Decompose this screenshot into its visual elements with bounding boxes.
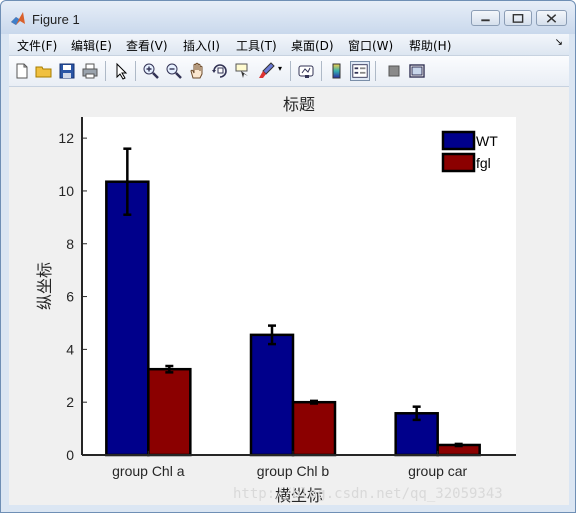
toolbar-separator — [321, 61, 322, 81]
menu-file[interactable]: 文件(F) — [17, 37, 57, 54]
y-tick-label: 4 — [66, 341, 74, 357]
menu-window[interactable]: 窗口(W) — [348, 37, 393, 54]
menu-help[interactable]: 帮助(H) — [409, 37, 451, 54]
title-bar[interactable]: Figure 1 — [1, 1, 575, 34]
open-file-icon[interactable] — [34, 61, 54, 81]
menu-bar: 文件(F) 编辑(E) 查看(V) 插入(I) 工具(T) 桌面(D) 窗口(W… — [9, 34, 569, 56]
bar — [105, 180, 150, 457]
matlab-logo-icon — [11, 12, 25, 25]
legend-label: WT — [476, 133, 498, 149]
legend-icon[interactable] — [350, 61, 370, 81]
minimize-button[interactable] — [471, 10, 500, 26]
close-button[interactable] — [536, 10, 567, 26]
toolbar-separator — [135, 61, 136, 81]
pointer-icon[interactable] — [111, 61, 131, 81]
legend-label: fgl — [476, 155, 491, 171]
menu-insert[interactable]: 插入(I) — [183, 37, 220, 54]
chart-title: 标题 — [283, 96, 315, 114]
bar-chart: group Chl a group Chl b group car 0 2 4 6 8 10 12… — [36, 96, 516, 505]
x-tick-label: group Chl a — [112, 463, 185, 479]
bar — [147, 367, 192, 457]
menu-overflow-icon[interactable]: ↘ — [555, 37, 563, 48]
print-icon[interactable] — [80, 61, 100, 81]
toolbar-separator — [375, 61, 376, 81]
y-tick-label: 0 — [66, 447, 74, 463]
window-title: Figure 1 — [32, 12, 80, 27]
zoom-out-icon[interactable] — [164, 61, 184, 81]
rotate-3d-icon[interactable] — [210, 61, 230, 81]
minimize-icon — [481, 19, 490, 22]
x-tick-label: group car — [408, 463, 467, 479]
hide-plot-tools-icon[interactable] — [384, 61, 404, 81]
link-plot-icon[interactable] — [296, 61, 316, 81]
legend-swatch — [441, 152, 476, 173]
figure-canvas: group Chl a group Chl b group car 0 2 4 6 8 10 12… — [9, 87, 569, 505]
save-icon[interactable] — [57, 61, 77, 81]
menu-tools[interactable]: 工具(T) — [236, 37, 277, 54]
y-tick-label: 10 — [58, 183, 74, 199]
brush-dropdown-icon[interactable]: ▾ — [278, 64, 282, 73]
y-tick-label: 2 — [66, 394, 74, 410]
bar — [249, 333, 295, 457]
y-tick-label: 12 — [58, 130, 74, 146]
brush-icon[interactable] — [257, 61, 277, 81]
colorbar-icon[interactable] — [327, 61, 347, 81]
toolbar: ▾ — [9, 56, 569, 87]
new-figure-icon[interactable] — [12, 61, 32, 81]
maximize-button[interactable] — [504, 10, 532, 26]
menu-view[interactable]: 查看(V) — [126, 37, 168, 54]
toolbar-separator — [105, 61, 106, 81]
close-icon — [546, 14, 557, 23]
x-tick-label: group Chl b — [257, 463, 330, 479]
toolbar-separator — [290, 61, 291, 81]
legend-swatch — [441, 130, 476, 151]
watermark: http://blog.csdn.net/qq_32059343 — [233, 486, 503, 502]
menu-desktop[interactable]: 桌面(D) — [291, 37, 334, 54]
y-axis-label: 纵坐标 — [36, 262, 54, 310]
figure-window: Figure 1 文件(F) 编辑(E) 查看(V) 插入(I) 工具(T) 桌… — [0, 0, 576, 513]
pan-icon[interactable] — [187, 61, 207, 81]
y-tick-label: 6 — [66, 289, 74, 305]
menu-edit[interactable]: 编辑(E) — [71, 37, 112, 54]
show-plot-tools-icon[interactable] — [407, 61, 427, 81]
maximize-icon — [512, 14, 524, 23]
y-tick-label: 8 — [66, 236, 74, 252]
data-cursor-icon[interactable] — [233, 61, 253, 81]
zoom-in-icon[interactable] — [141, 61, 161, 81]
bar — [291, 400, 337, 457]
